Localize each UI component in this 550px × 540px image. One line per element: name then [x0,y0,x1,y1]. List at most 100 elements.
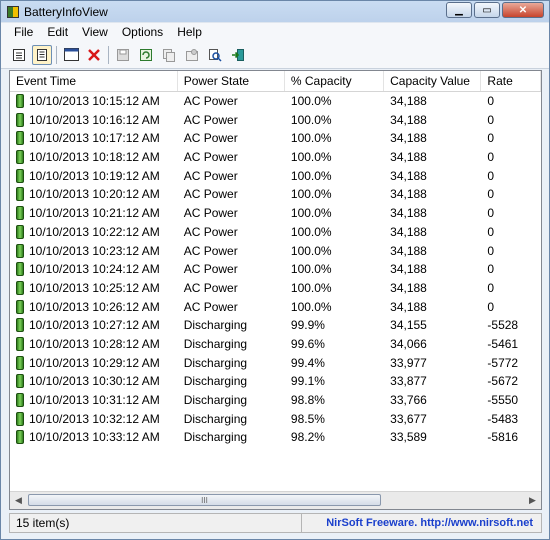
table-row[interactable]: 10/10/2013 10:15:12 AM AC Power 100.0% 34,1… [10,92,541,111]
menu-view[interactable]: View [75,25,115,39]
cell-text: 98.8% [290,393,325,407]
cell-text: 99.1% [290,374,325,389]
list-header: Event Time Power State % Capacity Capaci… [10,71,541,92]
cell-text: Discharging [183,411,248,426]
cell-capacity-percent: 98.2% [285,428,384,447]
maximize-button[interactable]: ▭ [474,2,500,18]
cell-capacity-percent: 100.0% [285,148,384,167]
table-row[interactable]: 10/10/2013 10:33:12 AM Discharging 98.2% 33… [10,428,541,447]
cell-power-state: Discharging [178,316,285,335]
cell-power-state: AC Power [178,129,285,148]
cell-power-state: AC Power [178,223,285,242]
delete-icon[interactable] [84,45,104,65]
cell-capacity-percent: 99.1% [285,372,384,391]
column-header-power-state[interactable]: Power State [178,71,285,91]
table-row[interactable]: 10/10/2013 10:22:12 AM AC Power 100.0% 34,1… [10,223,541,242]
cell-event-time: 10/10/2013 10:27:12 AM [10,316,178,335]
cell-capacity-value: 34,188 [384,167,481,186]
cell-power-state: Discharging [178,391,285,410]
html-report-icon[interactable] [61,45,81,65]
battery-icon [16,411,24,426]
table-row[interactable]: 10/10/2013 10:31:12 AM Discharging 98.8% 33… [10,391,541,410]
table-row[interactable]: 10/10/2013 10:28:12 AM Discharging 99.6% 34… [10,335,541,354]
cell-capacity-percent: 99.9% [285,316,384,335]
table-row[interactable]: 10/10/2013 10:18:12 AM AC Power 100.0% 34,1… [10,148,541,167]
table-row[interactable]: 10/10/2013 10:25:12 AM AC Power 100.0% 34,1… [10,279,541,298]
column-header-capacity-percent[interactable]: % Capacity [285,71,385,91]
table-row[interactable]: 10/10/2013 10:20:12 AM AC Power 100.0% 34,1… [10,185,541,204]
properties-icon[interactable] [9,45,29,65]
cell-text: -5550 [487,393,519,407]
cell-text: 10/10/2013 10:30:12 AM [29,374,160,389]
cell-power-state: Discharging [178,372,285,391]
cell-text: AC Power [183,168,238,183]
cell-capacity-value: 33,677 [384,410,481,429]
save-icon[interactable] [113,45,133,65]
battery-icon [16,299,24,314]
cell-capacity-value: 34,188 [384,185,481,204]
scroll-right-arrow[interactable]: ▶ [524,492,541,509]
cell-capacity-value: 33,977 [384,354,481,373]
cell-event-time: 10/10/2013 10:17:12 AM [10,129,178,148]
table-row[interactable]: 10/10/2013 10:24:12 AM AC Power 100.0% 34,1… [10,260,541,279]
scroll-left-arrow[interactable]: ◀ [10,492,27,509]
cell-event-time: 10/10/2013 10:18:12 AM [10,148,178,167]
cell-text: AC Power [183,131,238,146]
find-icon[interactable] [205,45,225,65]
cell-capacity-percent: 100.0% [285,298,384,317]
cell-power-state: AC Power [178,148,285,167]
cell-rate: -5772 [481,354,541,373]
settings-icon[interactable] [182,45,202,65]
horizontal-scrollbar[interactable]: ◀ III ▶ [10,491,541,509]
cell-event-time: 10/10/2013 10:23:12 AM [10,242,178,261]
table-row[interactable]: 10/10/2013 10:27:12 AM Discharging 99.9% 34… [10,316,541,335]
cell-text: 34,188 [390,280,427,295]
cell-text: AC Power [183,206,238,221]
minimize-button[interactable]: ▁ [446,2,472,18]
cell-text: 33,589 [390,430,427,445]
table-row[interactable]: 10/10/2013 10:16:12 AM AC Power 100.0% 34,1… [10,111,541,130]
cell-rate: 0 [481,167,541,186]
battery-events-list[interactable]: Event Time Power State % Capacity Capaci… [9,70,542,510]
cell-text: 0 [487,224,495,239]
cell-text: 34,188 [390,243,427,258]
table-row[interactable]: 10/10/2013 10:26:12 AM AC Power 100.0% 34,1… [10,298,541,317]
exit-icon[interactable] [228,45,248,65]
cell-capacity-value: 34,188 [384,279,481,298]
cell-text: 100.0% [290,206,332,221]
table-row[interactable]: 10/10/2013 10:21:12 AM AC Power 100.0% 34,1… [10,204,541,223]
scrollbar-thumb[interactable]: III [28,494,381,506]
nirsoft-link[interactable]: NirSoft Freeware. http://www.nirsoft.net [302,513,542,533]
column-header-capacity-value[interactable]: Capacity Value [384,71,482,91]
table-row[interactable]: 10/10/2013 10:17:12 AM AC Power 100.0% 34,1… [10,129,541,148]
copy-icon[interactable] [159,45,179,65]
cell-capacity-percent: 98.8% [285,391,384,410]
cell-text: 0 [487,206,495,221]
cell-text: 99.9% [290,318,325,333]
cell-text: 10/10/2013 10:33:12 AM [29,430,160,445]
menu-help[interactable]: Help [170,25,209,39]
close-button[interactable]: ✕ [502,2,544,18]
cell-text: 100.0% [290,262,332,277]
battery-icon [16,94,24,108]
cell-text: 34,188 [390,224,427,239]
column-header-rate[interactable]: Rate [481,71,541,91]
table-row[interactable]: 10/10/2013 10:23:12 AM AC Power 100.0% 34,1… [10,242,541,261]
table-row[interactable]: 10/10/2013 10:30:12 AM Discharging 99.1% 33… [10,372,541,391]
menu-options[interactable]: Options [115,25,170,39]
cell-power-state: AC Power [178,111,285,130]
cell-text: 10/10/2013 10:28:12 AM [29,336,160,351]
menu-file[interactable]: File [7,25,40,39]
cell-text: 98.5% [290,411,325,426]
cell-text: 100.0% [290,224,332,239]
column-header-event-time[interactable]: Event Time [10,71,178,91]
battery-log-icon[interactable] [32,44,52,65]
cell-capacity-value: 34,188 [384,148,481,167]
table-row[interactable]: 10/10/2013 10:19:12 AM AC Power 100.0% 34,1… [10,167,541,186]
title-bar[interactable]: BatteryInfoView ▁ ▭ ✕ [1,1,549,22]
cell-text: -5528 [487,318,519,333]
refresh-icon[interactable] [136,45,156,65]
table-row[interactable]: 10/10/2013 10:29:12 AM Discharging 99.4% 33… [10,354,541,373]
menu-edit[interactable]: Edit [40,25,75,39]
table-row[interactable]: 10/10/2013 10:32:12 AM Discharging 98.5% 33… [10,410,541,429]
